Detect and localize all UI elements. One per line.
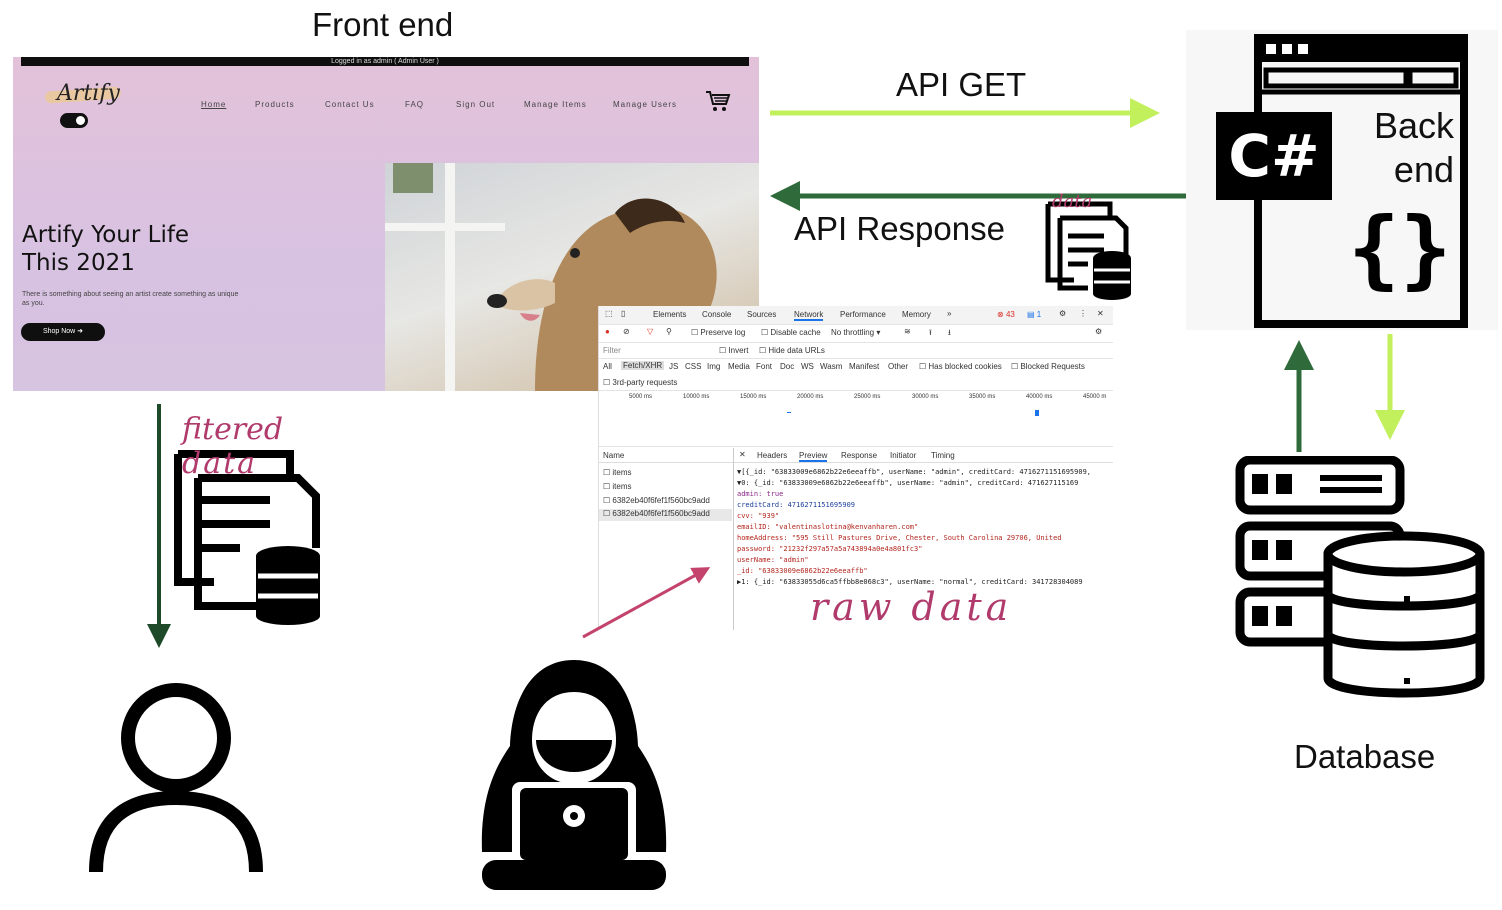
- attacker-arrow: [582, 567, 711, 639]
- response-data-label: data: [1052, 191, 1093, 212]
- api-get-label: API GET: [896, 66, 1027, 103]
- filtered-data-label: data: [182, 446, 258, 481]
- csharp-badge: C#: [1216, 112, 1332, 200]
- database-label: Database: [1294, 738, 1436, 775]
- filtered-label: fitered: [182, 412, 284, 447]
- curly-braces-icon: {}: [1348, 199, 1452, 299]
- database-server-icon: [1235, 456, 1485, 698]
- backend-label: Back end: [1373, 105, 1454, 190]
- hacker-icon: [481, 660, 667, 890]
- api-response-label: API Response: [794, 210, 1005, 247]
- user-icon: [89, 683, 263, 873]
